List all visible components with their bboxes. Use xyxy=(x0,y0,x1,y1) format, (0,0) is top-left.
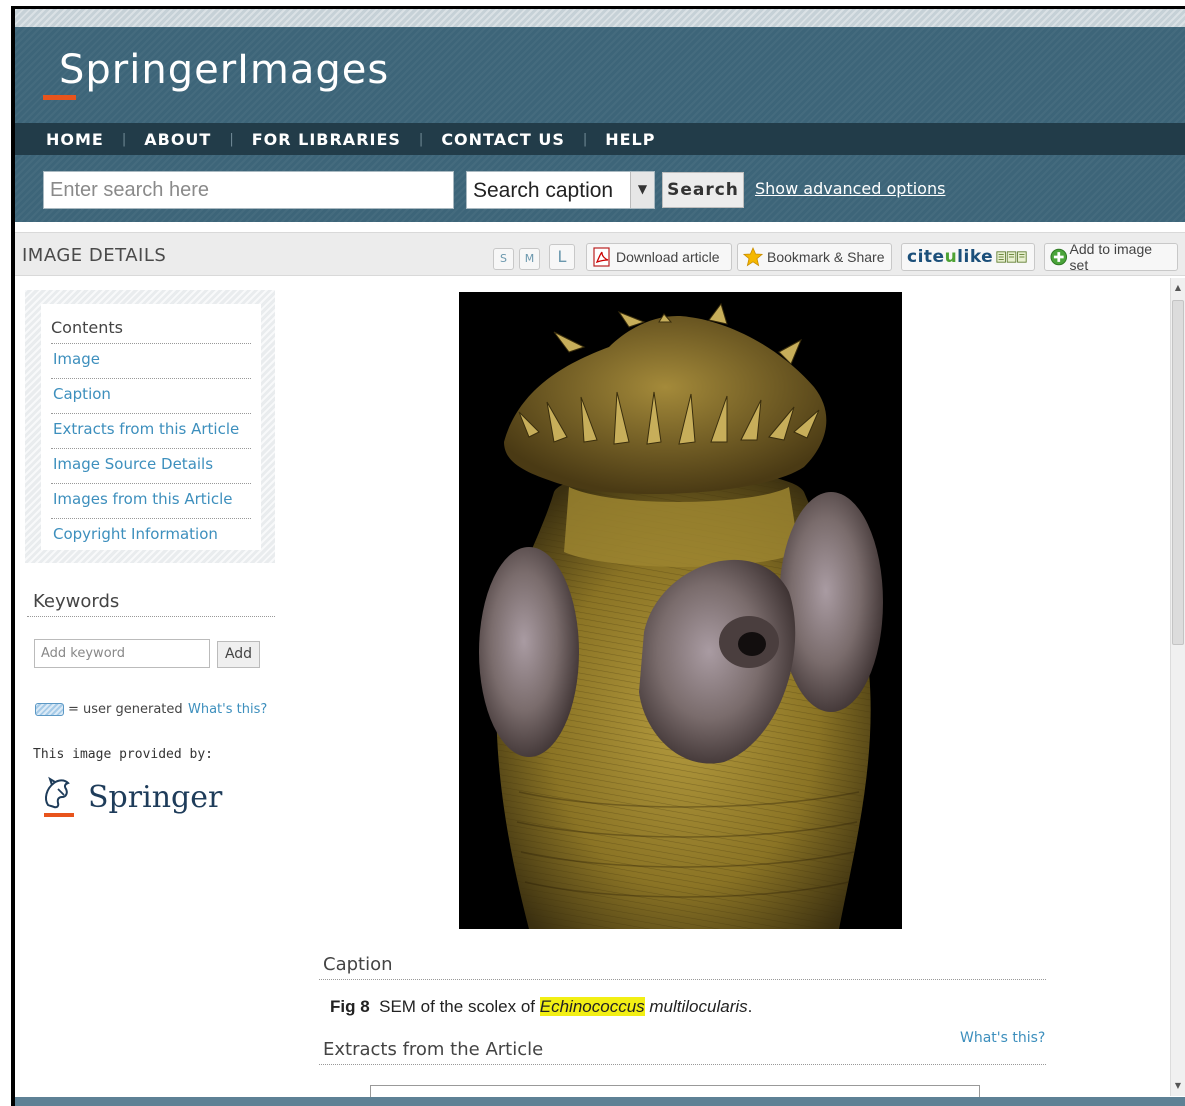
scroll-thumb[interactable] xyxy=(1172,300,1184,645)
provided-by-label: This image provided by: xyxy=(33,747,214,762)
image-details-toolbar: IMAGE DETAILS S M L Download article Boo… xyxy=(15,232,1185,276)
springer-wordmark: Springer xyxy=(88,779,223,815)
nav-item-home[interactable]: HOME xyxy=(46,130,104,149)
citeulike-button[interactable]: citeulike xyxy=(901,243,1035,271)
logo-accent-bar xyxy=(43,95,76,100)
scolex-illustration xyxy=(459,292,902,929)
page-frame: SpringerImages HOME | ABOUT | FOR LIBRAR… xyxy=(0,0,1185,1106)
contents-link-caption[interactable]: Caption xyxy=(51,379,251,414)
contents-link-copyright[interactable]: Copyright Information xyxy=(51,519,251,554)
size-large-button[interactable]: L xyxy=(549,244,575,270)
nav-separator: | xyxy=(582,132,588,147)
whats-this-link-extracts[interactable]: What's this? xyxy=(960,1030,1045,1046)
keywords-title: Keywords xyxy=(33,591,120,612)
add-keyword-button[interactable]: Add xyxy=(217,641,260,668)
search-bar: Search caption ▼ Search Show advanced op… xyxy=(15,155,1185,222)
nav-items: HOME | ABOUT | FOR LIBRARIES | CONTACT U… xyxy=(46,130,655,149)
scroll-up-arrow-icon[interactable]: ▲ xyxy=(1171,280,1185,296)
advanced-options-link[interactable]: Show advanced options xyxy=(755,179,945,198)
bottom-bar xyxy=(15,1097,1185,1106)
search-input[interactable] xyxy=(43,171,454,209)
contents-link-image-source[interactable]: Image Source Details xyxy=(51,449,251,484)
download-article-button[interactable]: Download article xyxy=(586,243,732,271)
contents-link-image[interactable]: Image xyxy=(51,344,251,379)
nav-separator: | xyxy=(229,132,234,147)
contents-link-extracts[interactable]: Extracts from this Article xyxy=(51,414,251,449)
contents-title: Contents xyxy=(51,314,251,344)
keyword-input[interactable] xyxy=(34,639,210,668)
add-to-image-set-button[interactable]: Add to image set xyxy=(1044,241,1178,273)
section-title: IMAGE DETAILS xyxy=(22,245,167,266)
contents-panel: Contents Image Caption Extracts from thi… xyxy=(25,290,275,563)
star-icon xyxy=(743,247,763,267)
extracts-heading: Extracts from the Article xyxy=(323,1039,544,1060)
header-top-band xyxy=(15,9,1185,27)
caption-fig-label: Fig 8 xyxy=(330,997,370,1016)
chevron-down-icon[interactable]: ▼ xyxy=(630,172,654,208)
contents-link-images-from-article[interactable]: Images from this Article xyxy=(51,484,251,519)
plus-circle-icon xyxy=(1050,248,1068,266)
whats-this-link[interactable]: What's this? xyxy=(188,702,267,717)
user-generated-swatch xyxy=(35,703,64,716)
nav-item-about[interactable]: ABOUT xyxy=(144,130,211,149)
contents-inner: Contents Image Caption Extracts from thi… xyxy=(41,304,261,550)
divider xyxy=(319,1064,1046,1065)
caption-heading: Caption xyxy=(323,954,393,975)
citeulike-books-icon xyxy=(996,251,1027,263)
scolex-sem-image[interactable] xyxy=(459,292,902,929)
nav-separator: | xyxy=(418,132,424,147)
vertical-scrollbar[interactable]: ▲ ▼ xyxy=(1170,278,1185,1096)
size-small-button[interactable]: S xyxy=(493,248,514,270)
divider xyxy=(27,616,275,617)
pdf-icon xyxy=(593,247,610,267)
site-logo[interactable]: SpringerImages xyxy=(59,47,389,93)
springer-horse-icon xyxy=(44,776,74,817)
scroll-down-arrow-icon[interactable]: ▼ xyxy=(1171,1078,1185,1094)
caption-text-before: SEM of the scolex of xyxy=(379,997,536,1016)
springer-logo[interactable]: Springer xyxy=(38,775,222,819)
site-header: SpringerImages xyxy=(15,9,1185,123)
nav-item-contact-us[interactable]: CONTACT US xyxy=(441,130,565,149)
caption-highlight: Echinococcus xyxy=(539,997,645,1016)
divider xyxy=(319,979,1046,980)
caption-italic: multilocularis xyxy=(649,997,748,1016)
download-article-label: Download article xyxy=(616,249,720,265)
bookmark-share-button[interactable]: Bookmark & Share xyxy=(737,243,892,271)
size-medium-button[interactable]: M xyxy=(519,248,540,270)
add-to-image-set-label: Add to image set xyxy=(1069,241,1153,273)
search-scope-select[interactable]: Search caption ▼ xyxy=(466,171,655,209)
search-button[interactable]: Search xyxy=(662,172,744,208)
citeulike-logo: citeulike xyxy=(907,247,994,267)
bookmark-share-label: Bookmark & Share xyxy=(767,249,885,265)
caption-text-after: . xyxy=(747,997,753,1016)
nav-separator: | xyxy=(121,132,127,147)
nav-item-for-libraries[interactable]: FOR LIBRARIES xyxy=(252,130,401,149)
main-nav: HOME | ABOUT | FOR LIBRARIES | CONTACT U… xyxy=(15,123,1185,155)
user-generated-legend: = user generated xyxy=(68,702,183,717)
search-scope-value: Search caption xyxy=(473,179,614,202)
nav-item-help[interactable]: HELP xyxy=(605,130,655,149)
caption-text: Fig 8 SEM of the scolex of Echinococcus … xyxy=(330,997,752,1017)
